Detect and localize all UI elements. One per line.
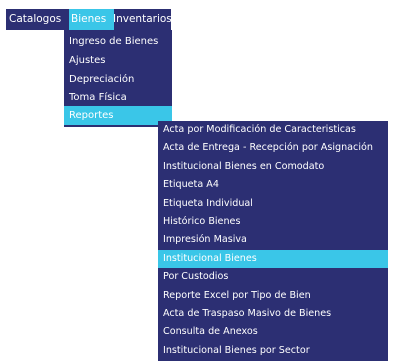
menu-inventarios[interactable]: Inventarios [113, 9, 172, 30]
menu-item-depreciacion[interactable]: Depreciación [64, 70, 172, 89]
submenu-item-etiqueta-a4[interactable]: Etiqueta A4 [158, 176, 388, 194]
menu-item-ingreso-de-bienes[interactable]: Ingreso de Bienes [64, 32, 172, 51]
submenu-item-historico-bienes[interactable]: Histórico Bienes [158, 213, 388, 231]
bienes-dropdown: Ingreso de Bienes Ajustes Depreciación T… [64, 30, 172, 127]
submenu-item-consulta-anexos[interactable]: Consulta de Anexos [158, 323, 388, 341]
submenu-item-institucional-bienes-sector[interactable]: Institucional Bienes por Sector [158, 342, 388, 360]
menu-item-toma-fisica[interactable]: Toma Física [64, 88, 172, 107]
menu-catalogos[interactable]: Catalogos [9, 9, 61, 30]
submenu-item-reporte-excel-tipo-bien[interactable]: Reporte Excel por Tipo de Bien [158, 287, 388, 305]
menu-bienes[interactable]: Bienes [69, 9, 114, 30]
submenu-item-acta-traspaso-masivo[interactable]: Acta de Traspaso Masivo de Bienes [158, 305, 388, 323]
submenu-item-institucional-bienes[interactable]: Institucional Bienes [158, 249, 388, 269]
submenu-item-acta-entrega-recepcion[interactable]: Acta de Entrega - Recepción por Asignaci… [158, 139, 388, 157]
menu-bar: Catalogos Bienes Inventarios [6, 9, 172, 30]
submenu-item-por-custodios[interactable]: Por Custodios [158, 268, 388, 286]
submenu-item-etiqueta-individual[interactable]: Etiqueta Individual [158, 195, 388, 213]
submenu-item-impresion-masiva[interactable]: Impresión Masiva [158, 231, 388, 249]
submenu-item-acta-modificacion[interactable]: Acta por Modificación de Caracteristicas [158, 121, 388, 139]
menu-item-ajustes[interactable]: Ajustes [64, 51, 172, 70]
reportes-submenu: Acta por Modificación de Caracteristicas… [158, 121, 388, 361]
submenu-item-institucional-bienes-comodato[interactable]: Institucional Bienes en Comodato [158, 158, 388, 176]
menu-item-reportes[interactable]: Reportes [64, 106, 172, 125]
